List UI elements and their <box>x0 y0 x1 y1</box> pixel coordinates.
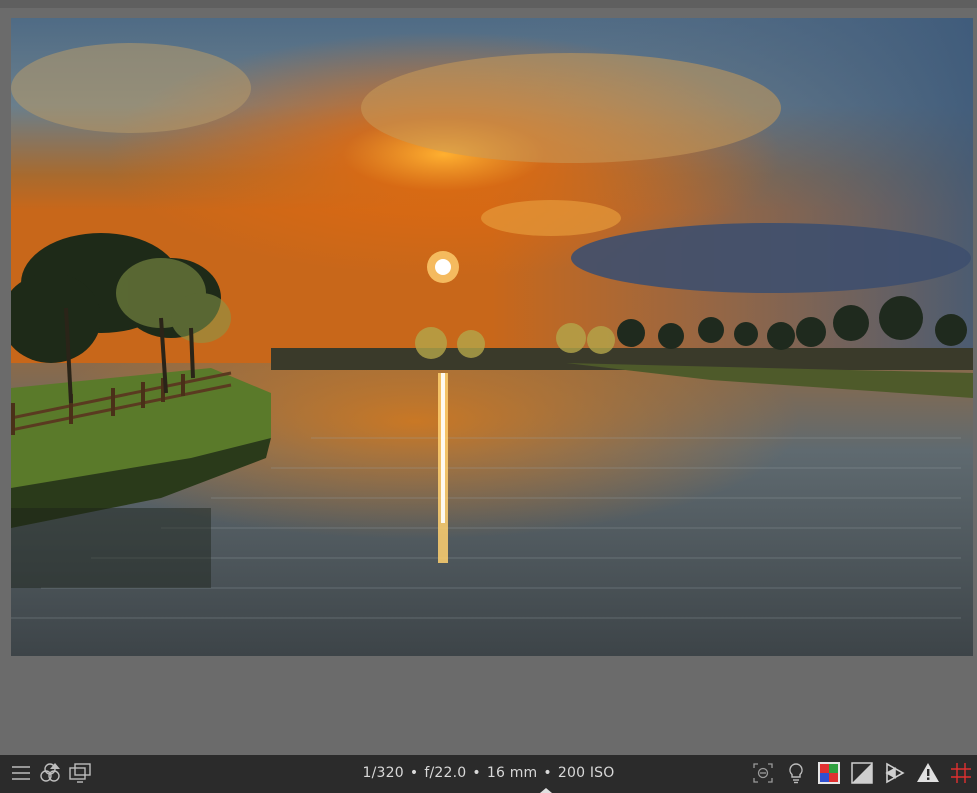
gamut-warning-icon[interactable] <box>915 760 941 786</box>
landscape-photo <box>11 18 973 656</box>
menu-icon[interactable] <box>8 760 34 786</box>
color-assessment-icon[interactable] <box>816 760 842 786</box>
exif-iso: 200 ISO <box>557 765 615 781</box>
bottom-toolbar: 1/320 • f/22.0 • 16 mm • 200 ISO <box>0 755 977 793</box>
exif-shutter: 1/320 <box>362 765 404 781</box>
photo-preview[interactable] <box>11 18 973 656</box>
guides-icon[interactable] <box>948 760 974 786</box>
top-border <box>0 0 977 8</box>
center-view[interactable] <box>0 8 977 755</box>
focus-peaking-icon[interactable] <box>750 760 776 786</box>
styles-icon[interactable] <box>37 760 63 786</box>
softproof-icon[interactable] <box>882 760 908 786</box>
lightbulb-icon[interactable] <box>783 760 809 786</box>
exif-focal-length: 16 mm <box>486 765 538 781</box>
clipping-icon[interactable] <box>849 760 875 786</box>
exif-separator: • <box>409 765 419 781</box>
exif-aperture: f/22.0 <box>424 765 467 781</box>
panel-toggle-arrow-icon[interactable] <box>540 788 552 793</box>
display-icon[interactable] <box>67 760 93 786</box>
exif-separator: • <box>543 765 552 781</box>
exif-separator: • <box>472 765 481 781</box>
